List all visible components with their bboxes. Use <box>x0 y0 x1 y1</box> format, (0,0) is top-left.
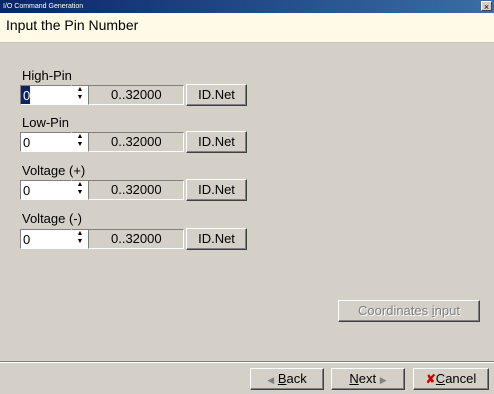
spin-up-icon[interactable]: ▲ <box>72 86 88 94</box>
voltage-plus-input[interactable] <box>20 180 72 200</box>
voltage-minus-input[interactable] <box>20 229 72 249</box>
voltage-minus-range: 0..32000 <box>88 229 184 249</box>
next-arrow-icon: ▶ <box>379 375 387 385</box>
spin-up-icon[interactable]: ▲ <box>72 230 88 238</box>
back-arrow-icon: ◀ <box>267 375 275 385</box>
voltage-minus-label: Voltage (-) <box>22 211 82 226</box>
title-bar: I/O Command Generation × <box>0 0 494 13</box>
back-button[interactable]: ◀ Back <box>250 368 324 390</box>
coordinates-label-pre: Coordinates <box>358 303 432 318</box>
spin-up-icon[interactable]: ▲ <box>72 133 88 141</box>
voltage-plus-idnet-button[interactable]: ID.Net <box>186 179 247 201</box>
spin-down-icon[interactable]: ▼ <box>72 238 88 246</box>
window-title: I/O Command Generation <box>3 3 84 10</box>
voltage-plus-range: 0..32000 <box>88 180 184 200</box>
high-pin-label: High-Pin <box>22 68 72 83</box>
spin-up-icon[interactable]: ▲ <box>72 181 88 189</box>
low-pin-label: Low-Pin <box>22 115 69 130</box>
high-pin-idnet-button[interactable]: ID.Net <box>186 84 247 106</box>
cancel-button[interactable]: ✘Cancel <box>413 368 489 390</box>
coordinates-input-button[interactable]: Coordinates input <box>338 300 480 322</box>
cancel-label-post: ancel <box>445 371 477 386</box>
low-pin-spinner[interactable]: ▲ ▼ <box>72 132 88 152</box>
next-button[interactable]: Next ▶ <box>331 368 405 390</box>
high-pin-spinner[interactable]: ▲ ▼ <box>72 85 88 105</box>
spin-down-icon[interactable]: ▼ <box>72 94 88 102</box>
high-pin-input[interactable] <box>20 85 72 105</box>
cancel-x-icon: ✘ <box>425 372 436 386</box>
voltage-minus-spinner[interactable]: ▲ ▼ <box>72 229 88 249</box>
voltage-plus-spinner[interactable]: ▲ ▼ <box>72 180 88 200</box>
low-pin-idnet-button[interactable]: ID.Net <box>186 131 247 153</box>
cancel-label-key: C <box>435 371 446 386</box>
spin-down-icon[interactable]: ▼ <box>72 141 88 149</box>
low-pin-range: 0..32000 <box>88 132 184 152</box>
high-pin-range: 0..32000 <box>88 85 184 105</box>
spin-down-icon[interactable]: ▼ <box>72 189 88 197</box>
next-label-post: ext <box>358 371 377 386</box>
footer-separator <box>0 361 494 363</box>
step-header: Input the Pin Number <box>0 13 494 43</box>
voltage-minus-idnet-button[interactable]: ID.Net <box>186 228 247 250</box>
coordinates-label-post: nput <box>434 303 460 318</box>
next-label-key: N <box>349 371 359 386</box>
low-pin-input[interactable] <box>20 132 72 152</box>
close-icon[interactable]: × <box>481 1 492 12</box>
voltage-plus-label: Voltage (+) <box>22 163 86 178</box>
step-title: Input the Pin Number <box>6 17 139 33</box>
back-label-post: ack <box>286 371 307 386</box>
